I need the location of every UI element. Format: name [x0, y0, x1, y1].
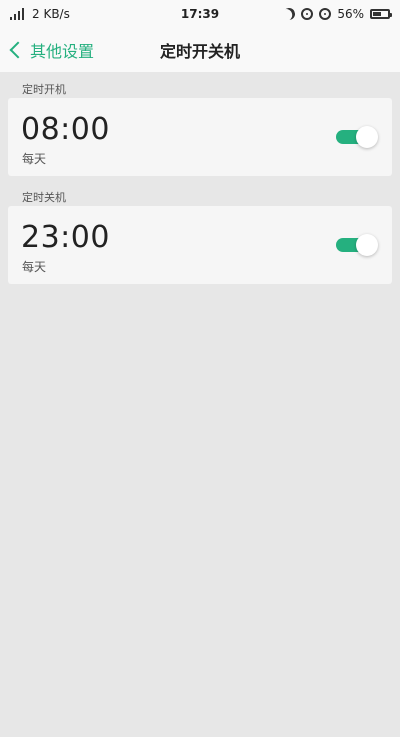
battery-fill — [373, 12, 381, 16]
status-left: 2 KB/s — [10, 7, 70, 21]
power-off-repeat: 每天 — [22, 260, 47, 274]
alarm-icon — [319, 8, 332, 20]
section-label-power-off: 定时关机 — [22, 191, 66, 204]
nav-bar: 其他设置 定时开关机 — [0, 28, 400, 72]
battery-percent: 56% — [337, 7, 364, 21]
status-bar: 2 KB/s 17:39 56% — [0, 0, 400, 28]
power-off-time: 23:00 — [21, 220, 110, 255]
toggle-thumb — [356, 126, 378, 148]
section-label-power-on: 定时开机 — [22, 83, 66, 96]
battery-icon — [370, 9, 392, 19]
power-off-schedule-card[interactable]: 23:00 每天 — [8, 206, 392, 284]
signal-icon — [10, 8, 26, 20]
back-button[interactable]: 其他设置 — [0, 38, 94, 62]
screen: 2 KB/s 17:39 56% 其他设置 定时开关机 定时开机 08:00 每… — [0, 0, 400, 737]
chevron-left-icon — [9, 41, 27, 59]
power-on-schedule-card[interactable]: 08:00 每天 — [8, 98, 392, 176]
moon-icon — [282, 6, 297, 21]
status-right: 56% — [282, 6, 392, 21]
power-on-toggle[interactable] — [336, 126, 378, 148]
network-speed: 2 KB/s — [32, 7, 70, 21]
power-on-time: 08:00 — [21, 112, 110, 147]
location-icon — [301, 8, 314, 20]
power-on-repeat: 每天 — [22, 152, 47, 166]
toggle-thumb — [356, 234, 378, 256]
power-off-toggle[interactable] — [336, 234, 378, 256]
back-label: 其他设置 — [30, 42, 95, 61]
